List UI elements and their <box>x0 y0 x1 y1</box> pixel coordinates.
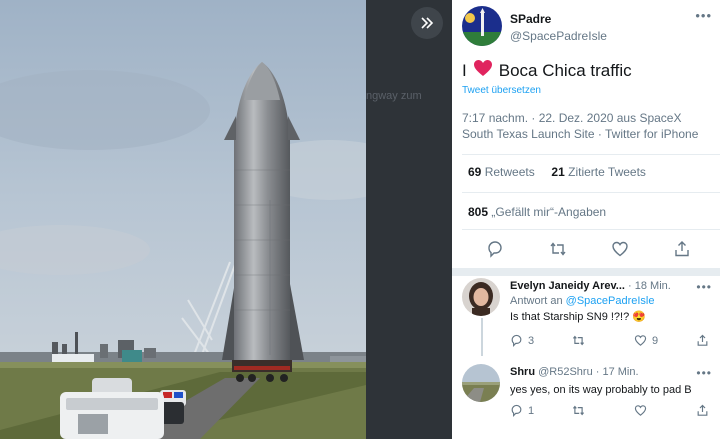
likes-count: 805 <box>468 205 489 219</box>
tweet-actions <box>452 240 720 260</box>
reply-icon <box>511 334 522 347</box>
quotes-stat[interactable]: 21 Zitierte Tweets <box>551 165 646 179</box>
reply-reply-count: 1 <box>528 404 535 417</box>
tweet-more-button[interactable]: ••• <box>695 8 712 23</box>
reply-text-content: Is that Starship SN9 !?!? <box>510 311 630 323</box>
reply-header: Shru @R52Shru · 17 Min. <box>510 366 715 378</box>
likes-stat[interactable]: 805 „Gefällt mir“-Angaben <box>468 205 606 219</box>
background-page: ngway zum <box>366 0 452 439</box>
reply-avatar[interactable] <box>462 364 500 402</box>
retweet-icon <box>572 405 585 416</box>
reply-more-button[interactable]: ••• <box>696 366 712 380</box>
reply-text: Is that Starship SN9 !?!? 😍 <box>510 310 715 323</box>
tweet-photo[interactable] <box>0 0 366 439</box>
starship-photo-image <box>0 0 366 439</box>
reply-header: Evelyn Janeidy Arev... · 18 Min. <box>510 280 715 292</box>
reply-item[interactable] <box>462 278 500 316</box>
reply-reply-button[interactable]: 1 <box>510 404 534 417</box>
reply-reply-count: 3 <box>528 334 535 347</box>
share-icon[interactable] <box>673 240 691 258</box>
retweets-label: Retweets <box>484 165 535 179</box>
like-icon <box>634 335 647 346</box>
quotes-count: 21 <box>551 165 565 179</box>
like-icon <box>634 405 647 416</box>
tweet-text-start: I <box>462 60 467 80</box>
chevron-double-right-icon <box>421 17 434 29</box>
reply-body: Shru @R52Shru · 17 Min. yes yes, on its … <box>510 366 715 396</box>
reply-author-name[interactable]: Shru <box>510 366 535 378</box>
reply-to-handle[interactable]: @SpacePadreIsle <box>566 295 655 307</box>
like-icon[interactable] <box>611 240 629 258</box>
reply-retweet-button[interactable] <box>572 334 590 347</box>
tweet-text-end: Boca Chica traffic <box>498 60 632 80</box>
quotes-label: Zitierte Tweets <box>568 165 646 179</box>
reply-avatar-image <box>462 364 500 402</box>
background-ghost-text: ngway zum <box>366 90 422 102</box>
retweets-count: 69 <box>468 165 482 179</box>
share-icon <box>697 334 708 346</box>
reply-actions: 1 <box>510 404 715 418</box>
author-avatar-image <box>462 6 502 46</box>
divider <box>462 192 720 193</box>
reply-reply-button[interactable]: 3 <box>510 334 534 347</box>
reply-icon[interactable] <box>486 240 504 258</box>
reply-icon <box>511 404 522 417</box>
reply-share-button[interactable] <box>696 334 709 347</box>
reply-avatar[interactable] <box>462 278 500 316</box>
tweet-author[interactable]: SPadre @SpacePadreIsle <box>462 6 607 46</box>
reply-actions: 3 9 <box>510 334 715 348</box>
reply-more-button[interactable]: ••• <box>696 280 712 294</box>
tweet-text: I Boca Chica traffic <box>462 59 632 82</box>
heart-eyes-emoji-icon: 😍 <box>632 311 646 323</box>
reply-share-button[interactable] <box>696 404 709 417</box>
thread-line <box>481 318 483 356</box>
tweet-stats: 69 Retweets 21 Zitierte Tweets <box>468 165 646 179</box>
divider <box>462 229 720 230</box>
reply-like-button[interactable] <box>634 404 652 417</box>
reply-retweet-button[interactable] <box>572 404 590 417</box>
reply-avatar-image <box>462 278 500 316</box>
tweet-timestamp[interactable]: 7:17 nachm. · 22. Dez. 2020 aus SpaceX <box>462 110 712 126</box>
reply-context: Antwort an @SpacePadreIsle <box>510 295 715 307</box>
likes-label: „Gefällt mir“-Angaben <box>491 205 607 219</box>
reply-handle-time[interactable]: @R52Shru · 17 Min. <box>538 366 638 378</box>
share-icon <box>697 404 708 416</box>
reply-author-name[interactable]: Evelyn Janeidy Arev... <box>510 280 625 292</box>
tweet-detail-panel: SPadre @SpacePadreIsle ••• I Boca Chica … <box>452 0 720 439</box>
heart-emoji-icon <box>473 59 493 82</box>
divider <box>462 154 720 155</box>
reply-body: Evelyn Janeidy Arev... · 18 Min. Antwort… <box>510 280 715 323</box>
retweet-icon[interactable] <box>549 240 567 258</box>
expand-panel-button[interactable] <box>411 7 443 39</box>
retweet-icon <box>572 335 585 346</box>
reply-to-prefix: Antwort an <box>510 295 563 307</box>
tweet-meta: 7:17 nachm. · 22. Dez. 2020 aus SpaceX S… <box>462 110 712 142</box>
tweet-location-source[interactable]: South Texas Launch Site · Twitter for iP… <box>462 126 712 142</box>
retweets-stat[interactable]: 69 Retweets <box>468 165 535 179</box>
translate-tweet-link[interactable]: Tweet übersetzen <box>462 85 541 96</box>
reply-item[interactable] <box>462 364 500 402</box>
reply-like-button[interactable]: 9 <box>634 334 658 347</box>
reply-text: yes yes, on its way probably to pad B <box>510 384 692 396</box>
author-avatar[interactable] <box>462 6 502 46</box>
author-display-name[interactable]: SPadre <box>510 12 607 26</box>
reply-like-count: 9 <box>652 334 659 347</box>
author-handle[interactable]: @SpacePadreIsle <box>510 29 607 43</box>
reply-time[interactable]: · 18 Min. <box>628 280 671 292</box>
section-separator <box>452 268 720 276</box>
